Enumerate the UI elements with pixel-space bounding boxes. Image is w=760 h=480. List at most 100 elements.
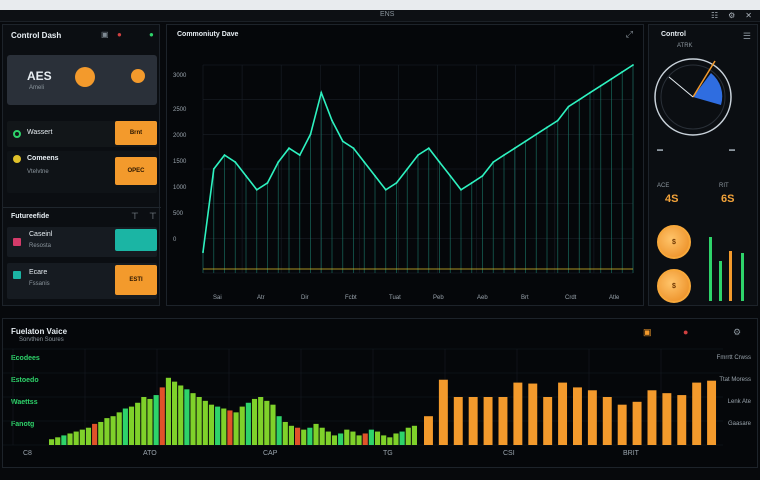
x-tick-label: Sai — [213, 295, 222, 301]
x-tick-label: Crdt — [565, 295, 577, 301]
bottom-tick-label: CSI — [503, 450, 515, 457]
right-panel-title: Control — [661, 31, 686, 38]
orange-bar — [558, 382, 568, 445]
green-bar — [184, 389, 190, 445]
x-tick-label: Atle — [609, 295, 620, 301]
orange-bar — [707, 380, 717, 445]
row-sub: Vtelvtne — [27, 169, 49, 175]
row-button[interactable]: Brnt — [115, 121, 157, 145]
green-bar — [221, 408, 227, 445]
mini-bar — [741, 253, 744, 301]
green-bar — [227, 410, 233, 445]
gear-icon[interactable]: ⚙ — [728, 11, 735, 20]
bottom-tick-label: CAP — [263, 450, 278, 457]
green-bar — [122, 408, 128, 445]
green-bar — [165, 377, 171, 445]
green-bar — [356, 435, 362, 445]
price-point — [621, 71, 624, 73]
green-bar — [208, 404, 215, 445]
price-point — [492, 161, 495, 163]
menu-icon[interactable]: ☰ — [743, 31, 751, 42]
price-point — [341, 140, 344, 143]
green-bar — [405, 427, 411, 445]
green-bar — [313, 423, 319, 445]
green-bar — [282, 421, 288, 445]
price-point — [567, 105, 570, 108]
green-bar — [251, 398, 258, 445]
main-chart-panel: Commoniuty Dave ⤢ 3000 2500 2000 1500 10… — [166, 24, 644, 306]
orange-bar — [468, 397, 478, 445]
green-bar — [245, 402, 251, 445]
green-bar — [110, 416, 116, 445]
mini-bar — [709, 237, 712, 301]
close-icon[interactable]: ✕ — [745, 11, 752, 20]
bottom-tick-label: C8 — [23, 450, 32, 457]
x-tick-label: Brt — [521, 295, 529, 301]
green-bar — [147, 398, 153, 445]
row-button[interactable]: OPEC — [115, 157, 157, 185]
mini-bar — [729, 251, 732, 301]
x-tick-label: Atr — [257, 295, 265, 301]
green-bar — [258, 397, 264, 445]
price-point — [470, 181, 473, 184]
green-bar — [239, 406, 245, 445]
green-bar — [92, 423, 98, 445]
window-controls: ☷ ⚙ ✕ — [711, 11, 752, 20]
coin-icon: $ — [657, 269, 691, 303]
bottom-panel: Fuelaton Vaice Sorvthen Soures ▣ ● ⚙ Eco… — [2, 318, 758, 468]
summary-card[interactable]: AES Ameli — [7, 55, 157, 105]
price-point — [524, 140, 527, 143]
main-line-chart[interactable] — [167, 25, 643, 305]
orange-bar — [528, 383, 538, 445]
green-bar — [61, 435, 67, 445]
price-point — [546, 126, 548, 129]
summary-value: AES — [27, 69, 52, 83]
price-point — [589, 91, 591, 94]
stat-value: 6S — [721, 193, 735, 205]
toggle-icon[interactable]: ▬ — [729, 147, 735, 153]
pin-icon[interactable]: ⊤ — [131, 211, 139, 222]
pin-icon[interactable]: ⊤ — [149, 211, 157, 222]
green-bar — [55, 437, 61, 445]
price-point — [535, 133, 538, 136]
price-point — [610, 77, 613, 80]
stat-label: ACE — [657, 183, 670, 189]
price-point — [460, 188, 462, 191]
green-bar — [135, 402, 141, 445]
green-bar — [128, 406, 135, 445]
orange-bar — [483, 397, 493, 445]
x-tick-label: Fcbt — [345, 295, 357, 301]
row-label: Ecare — [29, 269, 48, 276]
toggle-icon[interactable]: ▬ — [657, 147, 663, 153]
green-bar — [387, 437, 393, 445]
x-tick-label: Peb — [433, 295, 444, 301]
bottom-bar-chart[interactable]: C8 ATO CAP TG CSI BRIT — [3, 319, 759, 469]
green-bar — [344, 429, 350, 445]
green-bar — [288, 425, 294, 445]
green-bar — [85, 427, 92, 445]
alert-icon[interactable]: ● — [117, 30, 122, 39]
green-bar — [73, 431, 79, 445]
price-point — [255, 188, 258, 191]
gauge-label: ATRK — [677, 43, 693, 49]
status-icon: ● — [149, 30, 154, 39]
green-bar — [264, 400, 270, 445]
green-bar — [411, 425, 417, 445]
green-bar — [233, 412, 239, 445]
grid-icon[interactable]: ☷ — [711, 11, 718, 20]
orange-bar — [573, 387, 582, 445]
price-point — [298, 154, 301, 157]
orange-bar — [692, 382, 702, 445]
teal-action-button[interactable] — [115, 229, 157, 251]
app-title: ENS — [380, 11, 395, 18]
radial-gauge — [654, 58, 732, 136]
green-bar — [325, 431, 331, 445]
tag-icon — [13, 238, 21, 246]
browser-strip — [0, 0, 760, 10]
row-button[interactable]: ESTI — [115, 265, 157, 295]
bottom-tick-label: TG — [383, 450, 393, 457]
chat-icon[interactable]: ▣ — [101, 30, 109, 39]
green-bar — [368, 429, 374, 445]
coin-icon — [13, 155, 21, 163]
orange-bar — [677, 395, 687, 445]
